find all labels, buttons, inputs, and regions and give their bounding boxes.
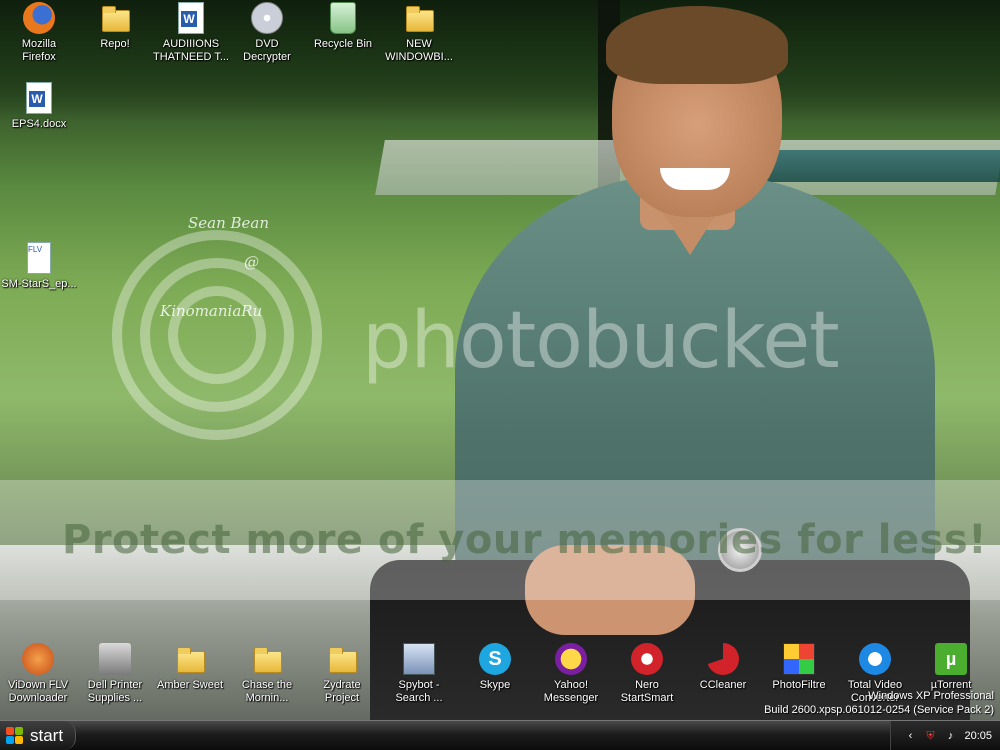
desktop-icon-photofiltre[interactable]: PhotoFiltre — [761, 643, 837, 692]
desktop-icon-repo[interactable]: Repo! — [77, 2, 153, 51]
os-edition: Windows XP Professional — [868, 690, 994, 702]
skype-icon: S — [479, 643, 511, 675]
desktop-icon-label: Skype — [479, 679, 511, 691]
windows-logo-icon — [6, 726, 24, 745]
desktop-icon-yahoo-messenger[interactable]: Yahoo! Messenger — [533, 643, 609, 705]
desktop-icon-label: Recycle Bin — [313, 38, 373, 50]
desktop-icon-eps4[interactable]: EPS4.docx — [1, 82, 77, 131]
desktop-icon-auditions[interactable]: AUDIIIONS THATNEED T... — [153, 2, 229, 64]
firefox-icon — [23, 2, 55, 34]
desktop-icon-utorrent[interactable]: µ µTorrent — [913, 643, 989, 692]
total-video-converter-icon — [859, 643, 891, 675]
desktop-wallpaper: Sean Bean @ KinomaniaRu photobucket Prot… — [0, 0, 1000, 720]
watermark-signature-at: @ — [244, 253, 259, 271]
printer-icon — [99, 643, 131, 675]
desktop-icon-nero[interactable]: Nero StartSmart — [609, 643, 685, 705]
desktop-icon-vidown[interactable]: ViDown FLV Downloader — [0, 643, 76, 705]
desktop-icon-label: AUDIIIONS THATNEED T... — [153, 38, 229, 63]
folder-icon — [174, 643, 206, 675]
desktop-icon-label: ViDown FLV Downloader — [7, 679, 69, 704]
taskbar: start ‹ ⛨ ♪ 20:05 — [0, 720, 1000, 750]
os-build-watermark: Windows XP Professional Build 2600.xpsp.… — [764, 689, 994, 717]
folder-icon — [99, 2, 131, 34]
desktop-icon-label: Mozilla Firefox — [21, 38, 57, 63]
photobucket-logo-icon — [112, 230, 322, 440]
desktop-icon-sm-stars[interactable]: SM-StarS_ep... — [1, 242, 77, 291]
utorrent-icon: µ — [935, 643, 967, 675]
folder-icon — [251, 643, 283, 675]
system-tray: ‹ ⛨ ♪ 20:05 — [890, 721, 1000, 750]
start-button[interactable]: start — [0, 721, 76, 750]
flv-file-icon — [27, 242, 51, 274]
desktop-icon-label: Nero StartSmart — [620, 679, 674, 704]
desktop-icon-new-windowbl[interactable]: NEW WINDOWBI... — [381, 2, 457, 64]
desktop-icon-ccleaner[interactable]: CCleaner — [685, 643, 761, 692]
folder-icon — [403, 2, 435, 34]
watermark-signature-site: KinomaniaRu — [160, 302, 263, 320]
os-build: Build 2600.xpsp.061012-0254 (Service Pac… — [764, 704, 994, 716]
wallpaper-person-hair — [606, 6, 788, 84]
desktop-icon-dvd-decrypter[interactable]: DVD Decrypter — [229, 2, 305, 64]
promo-watermark-text: Protect more of your memories for less! — [62, 517, 987, 563]
nero-icon — [631, 643, 663, 675]
word-document-icon — [26, 82, 52, 114]
desktop-icon-label: Dell Printer Supplies ... — [87, 679, 143, 704]
tray-expand-chevron-icon[interactable]: ‹ — [904, 730, 916, 742]
yahoo-messenger-icon — [555, 643, 587, 675]
desktop-icon-label: EPS4.docx — [11, 118, 67, 130]
desktop-icon-label: Yahoo! Messenger — [543, 679, 599, 704]
desktop-icon-label: Zydrate Project — [323, 679, 361, 704]
folder-icon — [326, 643, 358, 675]
dvd-icon — [251, 2, 283, 34]
desktop-icon-amber-sweet[interactable]: Amber Sweet — [152, 643, 228, 692]
desktop-icon-zydrate[interactable]: Zydrate Project — [304, 643, 380, 705]
photobucket-watermark: photobucket — [362, 296, 840, 386]
desktop-icon-label: Chase the Mornin... — [241, 679, 293, 704]
ccleaner-icon — [707, 643, 739, 675]
spybot-icon — [403, 643, 435, 675]
desktop-icon-spybot[interactable]: Spybot - Search ... — [381, 643, 457, 705]
desktop-icon-skype[interactable]: S Skype — [457, 643, 533, 692]
desktop-icon-label: SM-StarS_ep... — [1, 278, 77, 290]
desktop-icon-recycle-bin[interactable]: Recycle Bin — [305, 2, 381, 51]
wallpaper-person-smile — [660, 168, 730, 190]
desktop-icon-chase-the-morning[interactable]: Chase the Mornin... — [229, 643, 305, 705]
recycle-bin-icon — [330, 2, 356, 34]
start-label: start — [30, 725, 64, 745]
desktop-icon-label: Spybot - Search ... — [395, 679, 443, 704]
desktop-icon-label: NEW WINDOWBI... — [385, 38, 453, 63]
photofiltre-icon — [783, 643, 815, 675]
watermark-signature-name: Sean Bean — [188, 214, 270, 232]
desktop-icon-label: Repo! — [100, 38, 130, 50]
desktop-icon-label: Amber Sweet — [156, 679, 224, 691]
desktop-icon-label: DVD Decrypter — [243, 38, 291, 63]
clock[interactable]: 20:05 — [964, 730, 992, 742]
vidown-icon — [22, 643, 54, 675]
security-shield-icon[interactable]: ⛨ — [924, 730, 936, 742]
wallpaper-pool-water — [760, 150, 1000, 182]
word-document-icon — [178, 2, 204, 34]
desktop-icon-firefox[interactable]: Mozilla Firefox — [1, 2, 77, 64]
desktop-icon-label: CCleaner — [699, 679, 747, 691]
desktop-icon-dell-printer[interactable]: Dell Printer Supplies ... — [77, 643, 153, 705]
volume-icon[interactable]: ♪ — [944, 730, 956, 742]
